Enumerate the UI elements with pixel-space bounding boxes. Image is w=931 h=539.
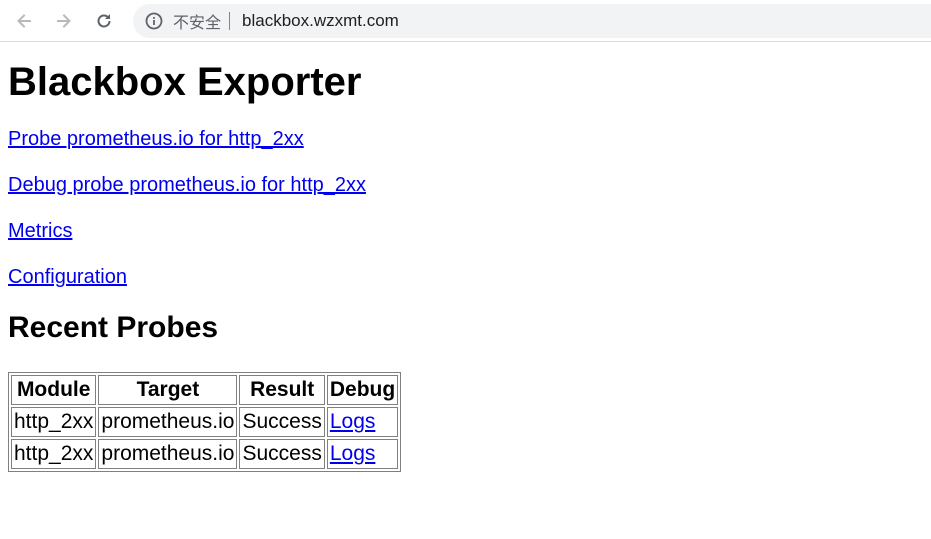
browser-toolbar: 不安全 blackbox.wzxmt.com	[0, 0, 931, 42]
page-title: Blackbox Exporter	[8, 60, 362, 104]
back-button[interactable]	[10, 7, 38, 35]
cell-result: Success	[239, 439, 325, 469]
security-label[interactable]: 不安全	[173, 9, 221, 33]
header-debug: Debug	[326, 375, 399, 405]
debug-probe-link[interactable]: Debug probe prometheus.io for http_2xx	[8, 174, 366, 196]
logs-link[interactable]: Logs	[330, 442, 376, 465]
header-target: Target	[98, 375, 238, 405]
reload-button[interactable]	[90, 7, 118, 35]
cell-target: prometheus.io	[98, 439, 238, 469]
logs-link[interactable]: Logs	[330, 410, 376, 433]
links-list: Probe prometheus.io for http_2xx Debug p…	[8, 126, 923, 290]
configuration-link[interactable]: Configuration	[8, 266, 127, 288]
header-result: Result	[239, 375, 325, 405]
omnibox-divider	[229, 12, 231, 30]
recent-probes-heading: Recent Probes	[8, 311, 219, 344]
cell-debug: Logs	[326, 407, 399, 437]
cell-result: Success	[239, 407, 325, 437]
header-module: Module	[11, 375, 97, 405]
arrow-right-icon	[57, 14, 71, 28]
cell-debug: Logs	[326, 439, 399, 469]
recent-probes-table: Module Target Result Debug http_2xx prom…	[8, 372, 402, 472]
forward-button[interactable]	[50, 7, 78, 35]
page-content: Blackbox Exporter Probe prometheus.io fo…	[0, 58, 931, 472]
url-text[interactable]: blackbox.wzxmt.com	[242, 11, 399, 31]
table-row: http_2xx prometheus.io Success Logs	[11, 439, 399, 469]
probe-link[interactable]: Probe prometheus.io for http_2xx	[8, 128, 304, 150]
cell-module: http_2xx	[11, 439, 97, 469]
info-icon[interactable]	[145, 12, 163, 30]
address-bar[interactable]: 不安全 blackbox.wzxmt.com	[133, 4, 931, 38]
table-header-row: Module Target Result Debug	[11, 375, 399, 405]
reload-icon	[97, 14, 111, 28]
metrics-link[interactable]: Metrics	[8, 220, 72, 242]
arrow-left-icon	[17, 14, 31, 28]
cell-target: prometheus.io	[98, 407, 238, 437]
table-row: http_2xx prometheus.io Success Logs	[11, 407, 399, 437]
cell-module: http_2xx	[11, 407, 97, 437]
